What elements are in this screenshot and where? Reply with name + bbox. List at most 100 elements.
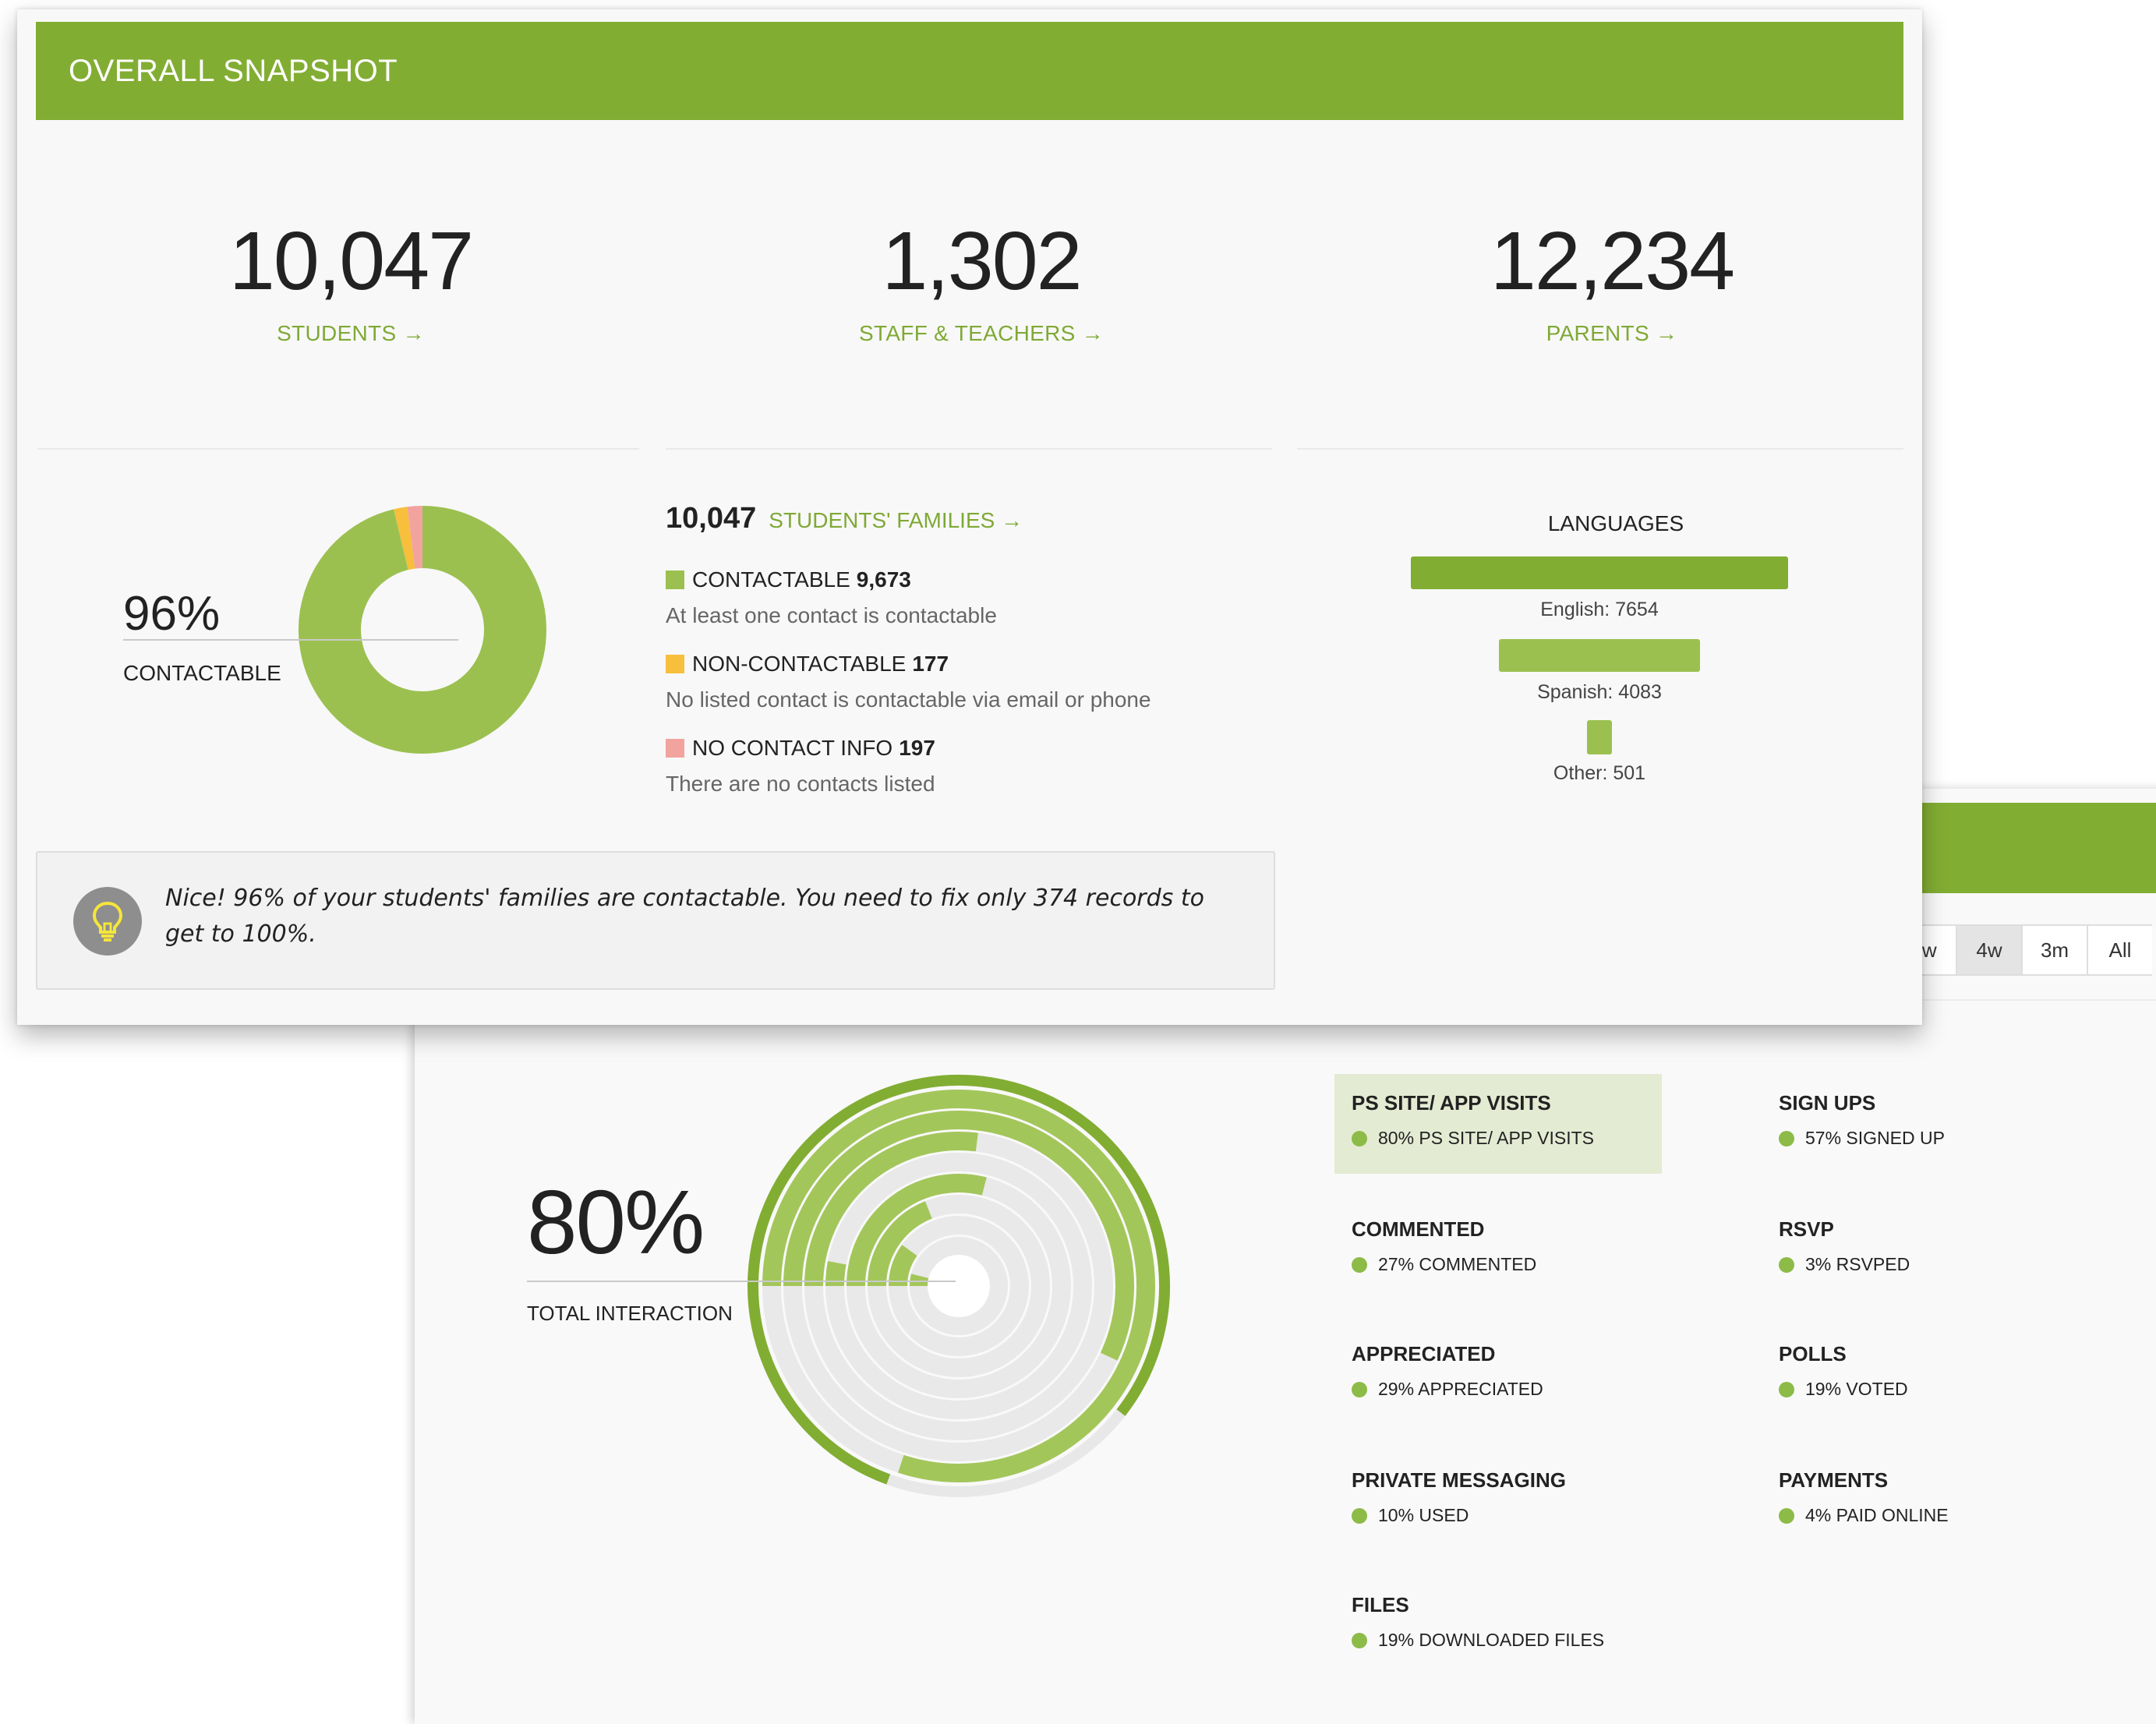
contactable-label: CONTACTABLE [123,661,281,685]
total-interaction-label: TOTAL INTERACTION [527,1302,733,1325]
interaction-header [1917,803,2156,893]
snapshot-header: OVERALL SNAPSHOT [36,22,1903,120]
metric-polls[interactable]: POLLS 19% VOTED [1762,1325,2089,1400]
legend-swatch [666,655,684,673]
legend-no-contact-info: NO CONTACT INFO 197 There are no contact… [666,736,935,797]
total-interaction-leader-line [527,1281,956,1282]
stat-students: 10,047 STUDENTS → [55,220,647,346]
legend-swatch [666,739,684,758]
metric-value-text: 19% DOWNLOADED FILES [1378,1630,1605,1650]
metric-dot-icon [1779,1256,1794,1273]
languages-title: LANGUAGES [1547,511,1684,535]
metric-value-text: 27% COMMENTED [1378,1254,1537,1274]
contactable-percent: 96% [123,587,221,641]
legend-description: No listed contact is contactable via ema… [666,687,1151,712]
metric-value: 4% PAID ONLINE [1779,1505,2072,1526]
language-bar [1587,720,1612,754]
metric-value-text: 10% USED [1378,1505,1469,1525]
metric-value: 29% APPRECIATED [1352,1379,1645,1400]
metric-ring-arc [825,1260,846,1287]
parents-count: 12,234 [1490,215,1735,307]
students-count: 10,047 [228,215,474,307]
metric-value: 80% PS SITE/ APP VISITS [1352,1128,1645,1149]
range-tab-all[interactable]: All [2087,926,2152,974]
metric-value: 3% RSVPED [1779,1254,2072,1275]
metric-rsvp[interactable]: RSVP 3% RSVPED [1762,1200,2089,1275]
legend-count: 197 [899,736,935,760]
metric-value: 57% SIGNED UP [1779,1128,2072,1149]
metric-value: 19% DOWNLOADED FILES [1352,1630,1645,1651]
metric-payments[interactable]: PAYMENTS 4% PAID ONLINE [1762,1451,2089,1526]
radial-center [928,1255,990,1317]
metric-title: SIGN UPS [1779,1091,1876,1115]
metric-sign-ups[interactable]: SIGN UPS 57% SIGNED UP [1762,1074,2089,1149]
metric-value: 19% VOTED [1779,1379,2072,1400]
metric-title: PS SITE/ APP VISITS [1352,1091,1551,1115]
language-bar [1411,556,1788,589]
metric-dot-icon [1779,1507,1794,1524]
total-interaction-percent: 80% [527,1171,705,1273]
metric-title: PRIVATE MESSAGING [1352,1468,1566,1492]
metric-commented[interactable]: COMMENTED 27% COMMENTED [1334,1200,1662,1275]
language-bar [1498,639,1701,672]
language-label: Spanish: 4083 [1537,681,1662,703]
snapshot-title: OVERALL SNAPSHOT [69,53,398,88]
metric-value: 10% USED [1352,1505,1645,1526]
metric-dot-icon [1779,1130,1794,1146]
interaction-radial-chart [748,1075,1170,1497]
divider [666,448,1272,450]
staff-count: 1,302 [882,215,1082,307]
legend-contactable: CONTACTABLE 9,673 At least one contact i… [666,567,997,628]
metric-dot-icon [1352,1632,1367,1648]
legend-description: There are no contacts listed [666,772,935,796]
tip-text: Nice! 96% of your students' families are… [165,885,1204,948]
metric-dot-icon [1352,1130,1367,1146]
metric-value-text: 80% PS SITE/ APP VISITS [1378,1128,1594,1148]
metric-appreciated[interactable]: APPRECIATED 29% APPRECIATED [1334,1325,1662,1400]
stat-parents: 12,234 PARENTS → [1316,220,1908,346]
contactable-leader-line [123,639,458,641]
lightbulb-icon [73,887,142,956]
metric-private-messaging[interactable]: PRIVATE MESSAGING 10% USED [1334,1451,1662,1526]
metric-dot-icon [1352,1507,1367,1524]
stat-staff: 1,302 STAFF & TEACHERS → [685,220,1278,346]
metric-value: 27% COMMENTED [1352,1254,1645,1275]
metric-files[interactable]: FILES 19% DOWNLOADED FILES [1334,1576,1662,1651]
metric-title: POLLS [1779,1342,1847,1365]
metric-title: FILES [1352,1593,1409,1616]
language-label: English: 7654 [1540,599,1659,620]
metric-dot-icon [1352,1381,1367,1397]
staff-link[interactable]: STAFF & TEACHERS → [685,321,1278,346]
divider [1890,999,2156,1001]
metric-dot-icon [1352,1256,1367,1273]
range-tab-4w[interactable]: 4w [1956,926,2021,974]
metric-value-text: 29% APPRECIATED [1378,1379,1543,1399]
metric-dot-icon [1779,1381,1794,1397]
metric-title: COMMENTED [1352,1217,1485,1241]
metric-value-text: 57% SIGNED UP [1805,1128,1945,1148]
tip-box: Nice! 96% of your students' families are… [36,851,1275,990]
legend-count: 177 [912,652,949,676]
families-link[interactable]: STUDENTS' FAMILIES → [769,508,1023,533]
metric-ps-site-app-visits[interactable]: PS SITE/ APP VISITS 80% PS SITE/ APP VISI… [1334,1074,1662,1174]
families-count: 10,047 [666,502,757,535]
contactable-donut-chart [299,506,546,754]
donut-slice-non-contactable [394,507,415,571]
language-label: Other: 501 [1553,762,1646,784]
legend-name: NO CONTACT INFO [692,736,893,760]
legend-name: NON-CONTACTABLE [692,652,907,676]
legend-swatch [666,571,684,589]
families-heading: 10,047 STUDENTS' FAMILIES → [666,502,1023,535]
legend-count: 9,673 [856,567,911,592]
metric-title: RSVP [1779,1217,1834,1241]
metric-value-text: 19% VOTED [1805,1379,1908,1399]
range-tab-3m[interactable]: 3m [2021,926,2087,974]
metric-value-text: 3% RSVPED [1805,1254,1910,1274]
metric-title: PAYMENTS [1779,1468,1889,1492]
metric-title: APPRECIATED [1352,1342,1496,1365]
parents-link[interactable]: PARENTS → [1316,321,1908,346]
divider [37,448,639,450]
range-tabs: 2w 4w 3m All [1890,924,2152,976]
students-link[interactable]: STUDENTS → [55,321,647,346]
legend-description: At least one contact is contactable [666,603,997,627]
